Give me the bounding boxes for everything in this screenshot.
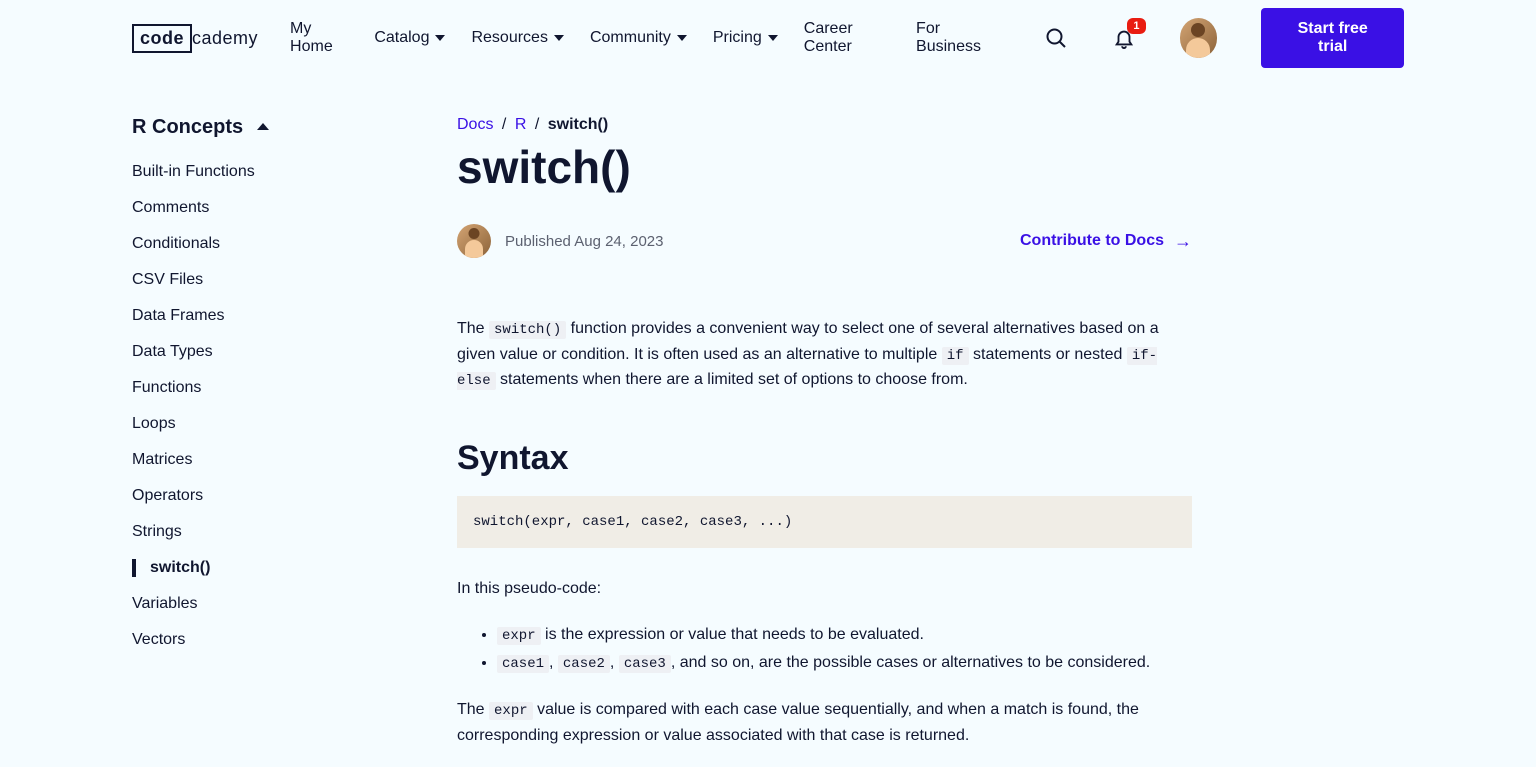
nav-for-business[interactable]: For Business — [916, 20, 995, 56]
sidebar-item[interactable]: Built-in Functions — [132, 163, 327, 181]
syntax-code-block: switch(expr, case1, case2, case3, ...) — [457, 496, 1192, 548]
breadcrumb-sep: / — [502, 116, 506, 133]
syntax-heading: Syntax — [457, 439, 1192, 478]
start-free-trial-button[interactable]: Start free trial — [1261, 8, 1404, 68]
nav: My Home Catalog Resources Community Pric… — [290, 20, 995, 56]
inline-code: case1 — [497, 655, 549, 673]
logo-box: code — [132, 24, 192, 53]
intro-paragraph: The switch() function provides a conveni… — [457, 316, 1192, 393]
caret-down-icon — [768, 35, 778, 41]
sidebar-item[interactable]: Operators — [132, 487, 327, 505]
sidebar: R Concepts Built-in Functions Comments Con… — [132, 116, 327, 767]
published-date: Published Aug 24, 2023 — [505, 233, 663, 250]
nav-career-center[interactable]: Career Center — [804, 20, 890, 56]
notifications-button[interactable]: 1 — [1112, 26, 1136, 50]
sidebar-item[interactable]: Functions — [132, 379, 327, 397]
caret-down-icon — [554, 35, 564, 41]
contribute-label: Contribute to Docs — [1020, 232, 1164, 250]
sidebar-item[interactable]: Strings — [132, 523, 327, 541]
inline-code: case3 — [619, 655, 671, 673]
sidebar-item[interactable]: CSV Files — [132, 271, 327, 289]
logo[interactable]: codecademy — [132, 24, 258, 53]
list-item: expr is the expression or value that nee… — [497, 621, 1192, 649]
page-title: switch() — [457, 140, 1192, 194]
outro-paragraph: The expr value is compared with each cas… — [457, 697, 1192, 748]
meta-row: Published Aug 24, 2023 Contribute to Doc… — [457, 224, 1192, 258]
breadcrumb-sep: / — [535, 116, 539, 133]
sidebar-list: Built-in Functions Comments Conditionals CS… — [132, 163, 327, 649]
author-avatar[interactable] — [457, 224, 491, 258]
contribute-link[interactable]: Contribute to Docs → — [1020, 231, 1192, 252]
nav-community[interactable]: Community — [590, 29, 687, 47]
nav-pricing[interactable]: Pricing — [713, 29, 778, 47]
sidebar-item[interactable]: Matrices — [132, 451, 327, 469]
chevron-up-icon — [257, 123, 269, 130]
inline-code: case2 — [558, 655, 610, 673]
nav-my-home[interactable]: My Home — [290, 20, 348, 56]
breadcrumb-current: switch() — [548, 116, 608, 133]
notification-badge: 1 — [1127, 18, 1145, 34]
sidebar-item[interactable]: Conditionals — [132, 235, 327, 253]
sidebar-item[interactable]: Variables — [132, 595, 327, 613]
sidebar-title-label: R Concepts — [132, 116, 243, 139]
avatar[interactable] — [1180, 18, 1218, 58]
breadcrumb-r[interactable]: R — [515, 116, 527, 133]
breadcrumb-docs[interactable]: Docs — [457, 116, 493, 133]
arrow-right-icon: → — [1174, 231, 1192, 252]
inline-code: switch() — [489, 321, 566, 339]
caret-down-icon — [435, 35, 445, 41]
logo-rest: cademy — [192, 28, 258, 49]
caret-down-icon — [677, 35, 687, 41]
sidebar-item[interactable]: Vectors — [132, 631, 327, 649]
list-item: case1, case2, case3, and so on, are the … — [497, 649, 1192, 677]
content: Docs / R / switch() switch() Published A… — [457, 116, 1192, 767]
sidebar-item[interactable]: Comments — [132, 199, 327, 217]
nav-catalog[interactable]: Catalog — [374, 29, 445, 47]
pseudo-intro: In this pseudo-code: — [457, 576, 1192, 602]
pseudo-list: expr is the expression or value that nee… — [457, 621, 1192, 677]
author: Published Aug 24, 2023 — [457, 224, 663, 258]
header: codecademy My Home Catalog Resources Com… — [0, 0, 1536, 76]
sidebar-item[interactable]: Loops — [132, 415, 327, 433]
nav-resources[interactable]: Resources — [471, 29, 563, 47]
breadcrumb: Docs / R / switch() — [457, 116, 1192, 134]
inline-code: expr — [489, 702, 533, 720]
sidebar-item[interactable]: Data Types — [132, 343, 327, 361]
sidebar-item[interactable]: switch() — [132, 559, 327, 577]
inline-code: if — [942, 347, 969, 365]
sidebar-item[interactable]: Data Frames — [132, 307, 327, 325]
sidebar-title[interactable]: R Concepts — [132, 116, 327, 139]
inline-code: expr — [497, 627, 541, 645]
search-icon[interactable] — [1044, 26, 1068, 50]
